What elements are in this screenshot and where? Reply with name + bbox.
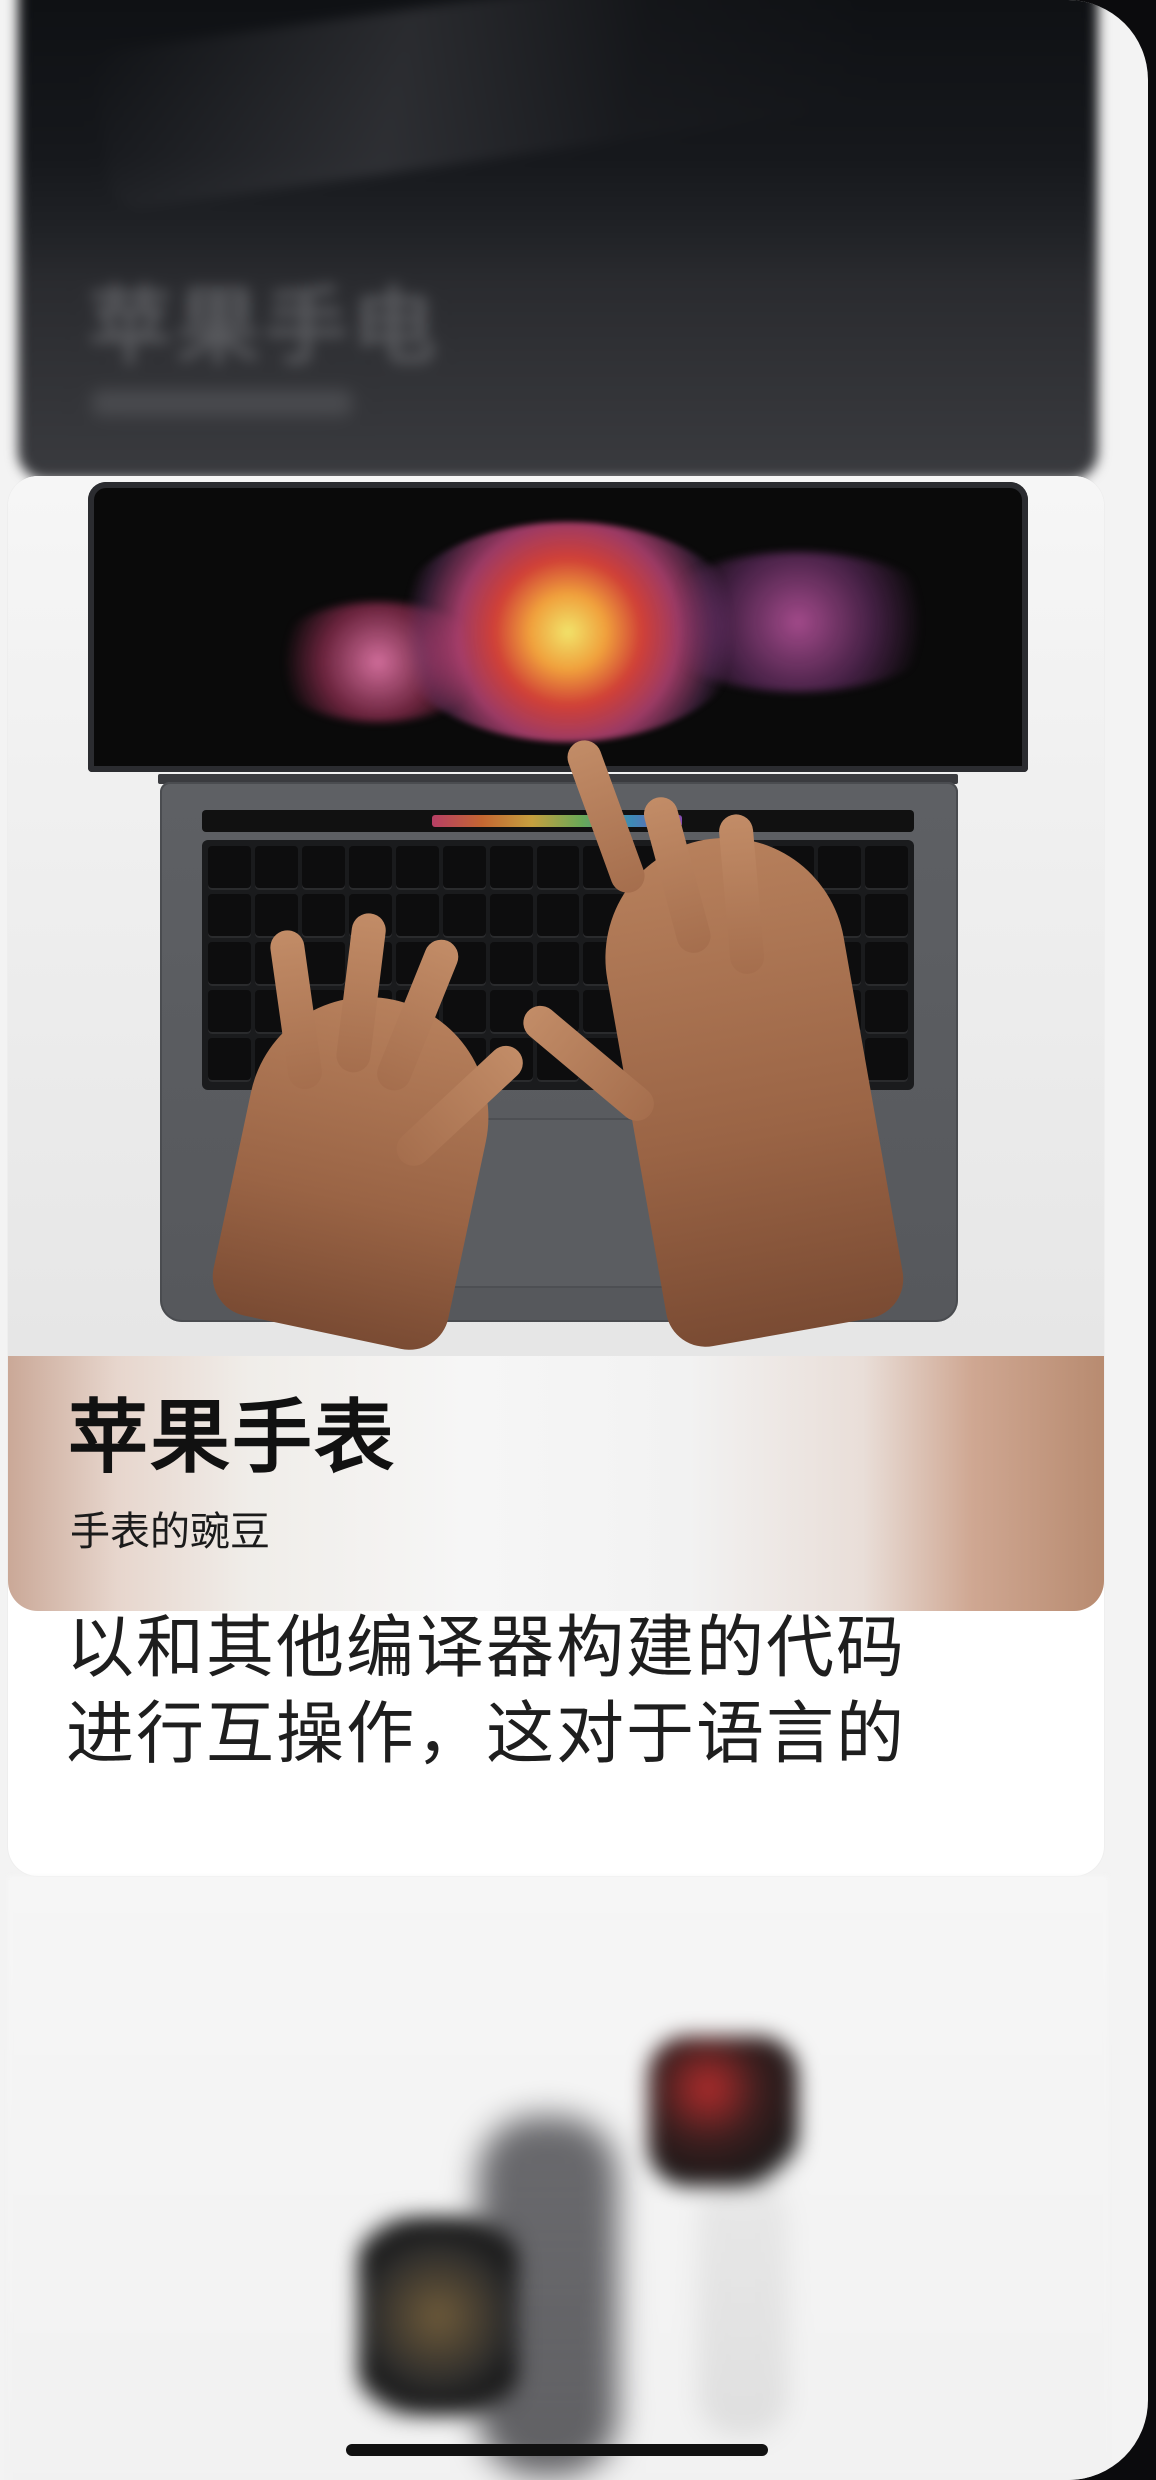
hero-image (8, 476, 1104, 1356)
card-title: 苹果手表 (68, 1391, 396, 1484)
body-line: 进行互操作，这对于语言的 (66, 1695, 907, 1774)
expanded-card[interactable]: 苹果手表 手表的豌豆 以和其他编译器构建的代码 进行互操作，这对于语言的 (8, 476, 1104, 1876)
blurred-watch-band (698, 2176, 788, 2436)
body-line: 以和其他编译器构建的代码 (66, 1609, 907, 1688)
screen: 苹果手电 苹果手表 手表的豌豆 以和其他编译器构建的代码 进行互操作，这对于语言… (0, 0, 1148, 2480)
home-indicator[interactable] (346, 2444, 768, 2456)
device-frame: 苹果手电 苹果手表 手表的豌豆 以和其他编译器构建的代码 进行互操作，这对于语言… (0, 0, 1156, 2480)
card-subtitle: 手表的豌豆 (70, 1509, 270, 1555)
background-card-bottom[interactable] (8, 1876, 1108, 2480)
laptop-screen-image (88, 482, 1028, 772)
blurred-laptop-image (90, 0, 866, 213)
color-burst (648, 552, 948, 692)
blurred-watch (648, 2036, 798, 2186)
blurred-card-subtitle (92, 390, 352, 416)
background-card-top[interactable]: 苹果手电 (18, 0, 1098, 480)
touch-bar (202, 810, 914, 832)
card-title-band: 苹果手表 手表的豌豆 (8, 1356, 1104, 1611)
blurred-card-title: 苹果手电 (88, 278, 441, 376)
card-body-text: 以和其他编译器构建的代码 进行互操作，这对于语言的 (66, 1606, 1066, 1778)
blurred-watch (358, 2216, 518, 2416)
